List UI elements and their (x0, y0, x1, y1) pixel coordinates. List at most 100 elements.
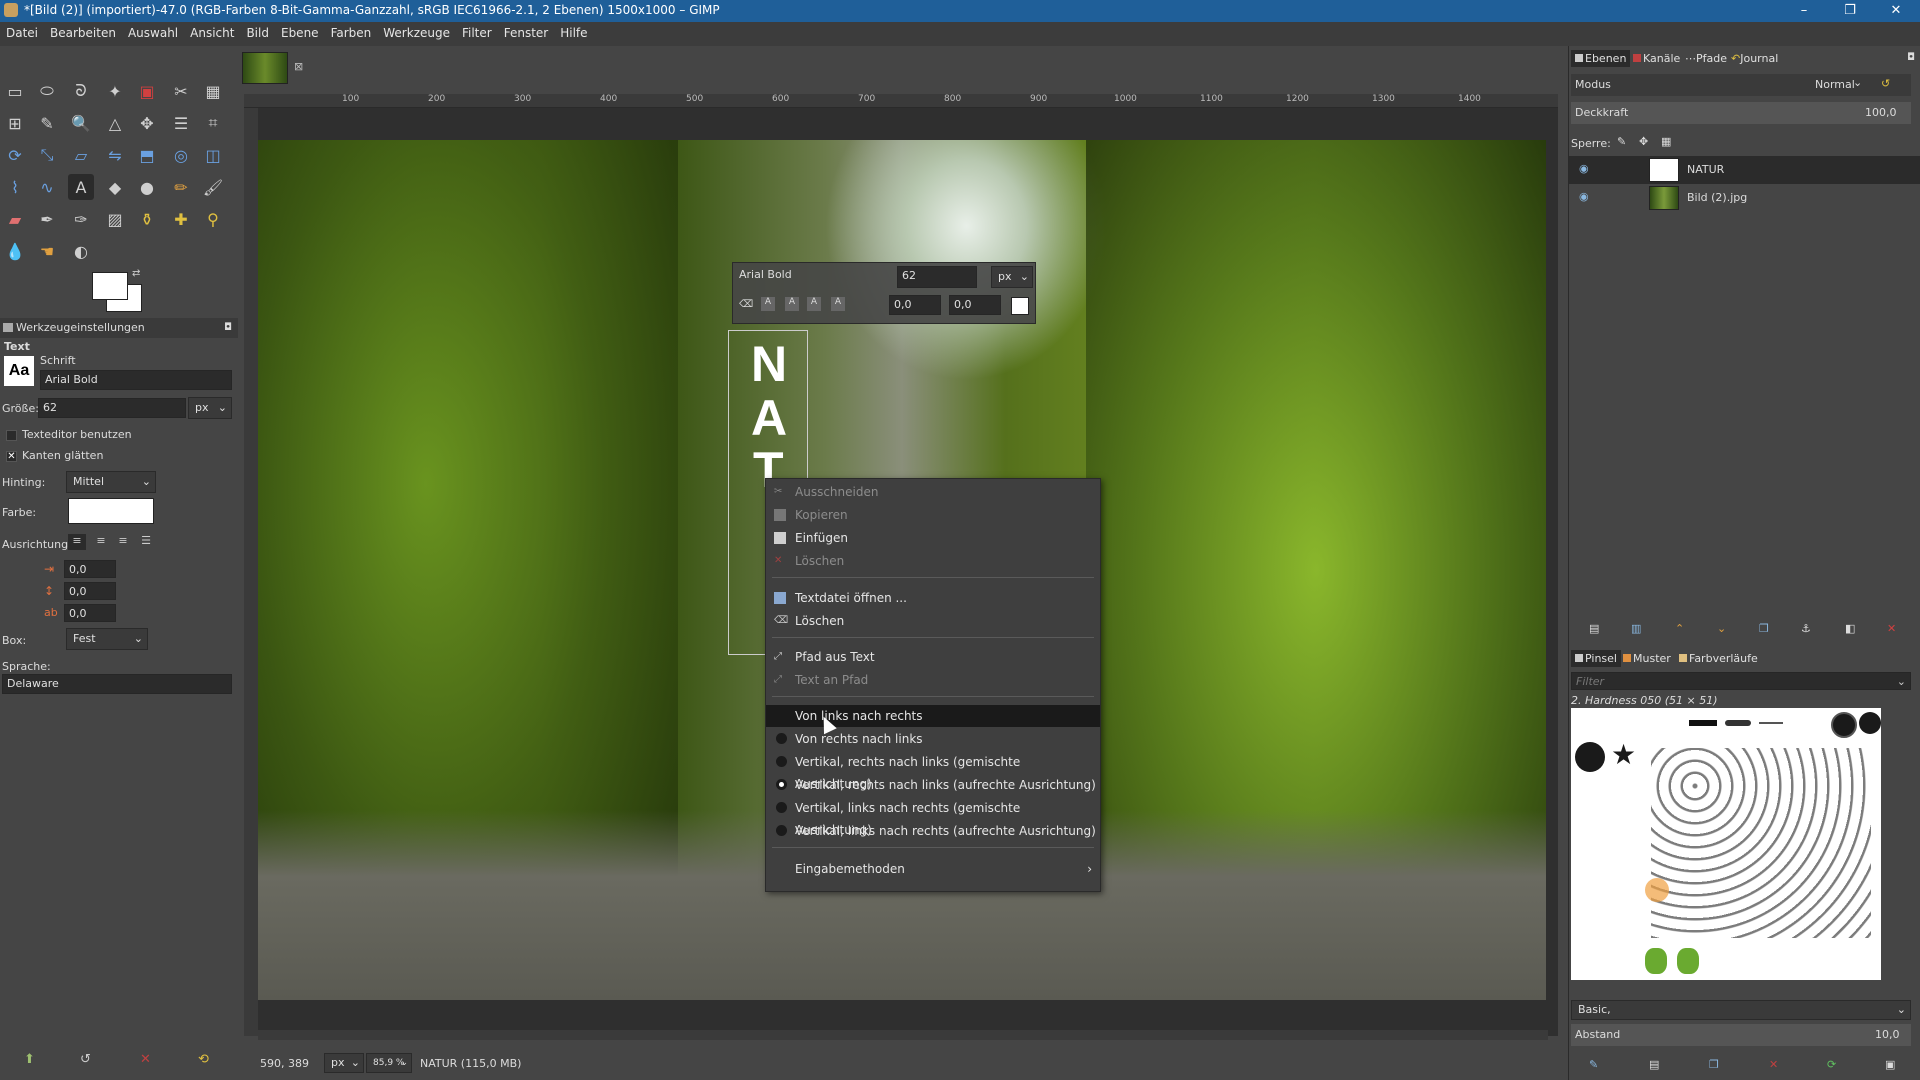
save-options-icon[interactable]: ⬆ (24, 1052, 35, 1067)
menu-farben[interactable]: Farben (325, 22, 378, 44)
menu-item-rtl[interactable]: Von rechts nach links (766, 728, 1100, 750)
restore-options-icon[interactable]: ↺ (80, 1052, 91, 1067)
fuzzy-select-icon[interactable]: ✦ (102, 78, 128, 104)
font-preview-icon[interactable]: Aa (4, 356, 34, 386)
airbrush-icon[interactable]: ✒ (34, 206, 60, 232)
foreground-color-swatch[interactable] (92, 272, 128, 300)
tab-paths[interactable]: ⋯Pfade (1681, 50, 1731, 67)
brush-item[interactable] (1759, 722, 1783, 724)
brush-item[interactable] (1689, 720, 1717, 726)
color-select-icon[interactable]: ▣ (134, 78, 160, 104)
justify-left-icon[interactable]: ≡ (68, 534, 86, 550)
reset-options-icon[interactable]: ⟲ (198, 1052, 209, 1067)
tab-journal[interactable]: ↶Journal (1727, 50, 1782, 67)
brush-item-star[interactable]: ★ (1611, 738, 1636, 771)
zoom-icon[interactable]: 🔍 (68, 110, 94, 136)
menu-fenster[interactable]: Fenster (498, 22, 555, 44)
brush-item[interactable] (1677, 948, 1699, 974)
cage-icon[interactable]: ◫ (200, 142, 226, 168)
close-button[interactable]: ✕ (1874, 0, 1918, 22)
brush-item[interactable] (1725, 720, 1751, 726)
duplicate-layer-icon[interactable]: ❐ (1759, 622, 1769, 635)
menu-item-ltr[interactable]: Von links nach rechts (766, 705, 1100, 727)
underline-icon[interactable]: A (807, 297, 821, 311)
lock-position-icon[interactable]: ✥ (1639, 135, 1648, 148)
align-tool-icon[interactable]: ☰ (168, 110, 194, 136)
menu-item-vertical-ltr-upright[interactable]: Vertikal, links nach rechts (aufrechte A… (766, 820, 1100, 842)
size-unit-select[interactable]: px ⌄ (188, 397, 232, 419)
duplicate-brush-icon[interactable]: ❐ (1709, 1058, 1719, 1071)
eye-icon[interactable]: ◉ (1579, 190, 1589, 203)
image-tab-thumbnail[interactable] (242, 52, 288, 84)
clear-style-icon[interactable]: ⌫ (739, 299, 753, 310)
clone-icon[interactable]: ⚱ (134, 206, 160, 232)
menu-filter[interactable]: Filter (456, 22, 498, 44)
mode-row[interactable]: Modus Normal ⌄ ↺ (1571, 74, 1911, 96)
menu-bild[interactable]: Bild (240, 22, 275, 44)
lock-alpha-icon[interactable]: ▦ (1661, 135, 1671, 148)
menu-item-copy[interactable]: Kopieren (766, 504, 1100, 526)
lock-pixels-icon[interactable]: ✎ (1617, 135, 1626, 148)
perspective-icon[interactable]: ⬒ (134, 142, 160, 168)
baseline-field[interactable]: 0,0 (889, 295, 941, 315)
horizontal-scrollbar[interactable] (258, 1030, 1548, 1040)
hinting-select[interactable]: Mittel ⌄ (66, 471, 156, 493)
tab-brushes[interactable]: Pinsel (1571, 650, 1621, 667)
text-color-button[interactable] (68, 498, 154, 524)
box-select[interactable]: Fest ⌄ (66, 628, 148, 650)
heal-icon[interactable]: ✚ (168, 206, 194, 232)
brush-item[interactable] (1859, 712, 1881, 734)
brush-grid[interactable]: ★ (1571, 708, 1881, 980)
lower-layer-icon[interactable]: ⌄ (1717, 622, 1726, 635)
font-field[interactable]: Arial Bold (40, 370, 232, 390)
perspective-clone-icon[interactable]: ⚲ (200, 206, 226, 232)
move-tool-icon[interactable]: ✥ (134, 110, 160, 136)
flip-icon[interactable]: ⇋ (102, 142, 128, 168)
ink-icon[interactable]: ✑ (68, 206, 94, 232)
justify-right-icon[interactable]: ≡ (92, 534, 110, 550)
brush-filter-input[interactable]: Filter ⌄ (1571, 672, 1911, 690)
menu-item-paste[interactable]: Einfügen (766, 527, 1100, 549)
menu-item-path-from-text[interactable]: ⤢ Pfad aus Text (766, 646, 1100, 668)
style-unit-select[interactable]: px ⌄ (991, 266, 1033, 288)
bold-icon[interactable]: A (761, 297, 775, 311)
warp-icon[interactable]: ◎ (168, 142, 194, 168)
style-font-field[interactable]: Arial Bold (735, 266, 865, 288)
line-spacing-field[interactable]: 0,0 (64, 582, 116, 600)
text-tool-icon[interactable]: A (68, 174, 94, 200)
tab-channels[interactable]: Kanäle (1629, 50, 1684, 67)
dock-menu-icon[interactable]: ◘ (1907, 52, 1915, 63)
menu-bearbeiten[interactable]: Bearbeiten (44, 22, 122, 44)
swap-colors-icon[interactable]: ⇄ (132, 268, 140, 279)
edit-brush-icon[interactable]: ✎ (1589, 1058, 1598, 1071)
brush-preset-select[interactable]: Basic, ⌄ (1571, 1000, 1911, 1020)
eraser-icon[interactable]: ▰ (2, 206, 28, 232)
scale-icon[interactable]: ⤡ (34, 142, 60, 168)
dodge-burn-icon[interactable]: ◐ (68, 238, 94, 264)
letter-spacing-field[interactable]: 0,0 (64, 604, 116, 622)
delete-options-icon[interactable]: ✕ (140, 1052, 151, 1067)
brush-item-texture[interactable] (1651, 748, 1871, 938)
text-color-swatch[interactable] (1011, 297, 1029, 315)
new-layer-icon[interactable]: ▤ (1589, 622, 1599, 635)
menu-item-vertical-rtl-mixed[interactable]: Vertikal, rechts nach links (gemischte A… (766, 751, 1100, 791)
menu-datei[interactable]: Datei (0, 22, 44, 44)
delete-layer-icon[interactable]: ✕ (1887, 622, 1896, 635)
blur-icon[interactable]: 💧 (2, 238, 28, 264)
spacing-row[interactable]: Abstand 10,0 (1571, 1024, 1911, 1046)
move-icon[interactable]: ✎ (34, 110, 60, 136)
size-field[interactable]: 62 (38, 398, 186, 418)
bucket-fill-icon[interactable]: ◆ (102, 174, 128, 200)
ellipse-select-icon[interactable]: ⬭ (34, 78, 60, 104)
rotate-icon[interactable]: ⟳ (2, 142, 28, 168)
new-group-icon[interactable]: ▥ (1631, 622, 1641, 635)
smudge-icon[interactable]: ☚ (34, 238, 60, 264)
brush-item[interactable] (1575, 742, 1605, 772)
align-icon[interactable]: ⊞ (2, 110, 28, 136)
delete-brush-icon[interactable]: ✕ (1769, 1058, 1778, 1071)
paintbrush-icon[interactable]: 🖌 (200, 174, 226, 200)
strikethrough-icon[interactable]: A (831, 297, 845, 311)
brush-item[interactable] (1645, 948, 1667, 974)
indent-field[interactable]: 0,0 (64, 560, 116, 578)
menu-werkzeuge[interactable]: Werkzeuge (377, 22, 456, 44)
